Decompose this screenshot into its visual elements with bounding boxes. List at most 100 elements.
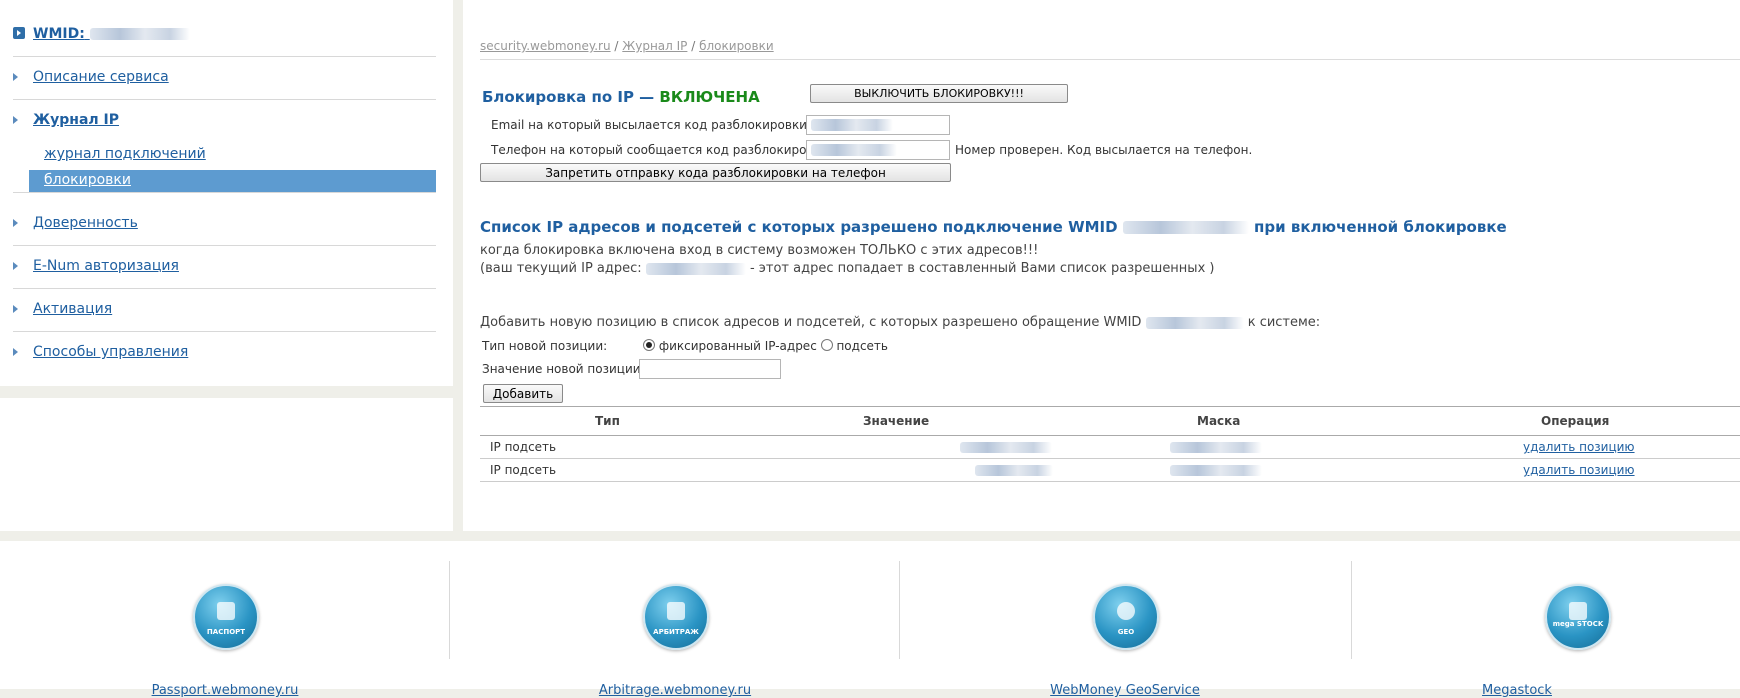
footer-service-geo: GEO WebMoney GeoService xyxy=(900,541,1350,698)
passport-glyph xyxy=(217,602,235,620)
current-ip-note: (ваш текущий IP адрес: - этот адрес попа… xyxy=(480,261,1214,276)
status-badge: ВКЛЮЧЕНА xyxy=(659,88,760,106)
footer-link-passport[interactable]: Passport.webmoney.ru xyxy=(0,683,450,698)
breadcrumb-home[interactable]: security.webmoney.ru xyxy=(480,39,611,53)
icon-caption: GEO xyxy=(1117,628,1135,636)
column-header-operation: Операция xyxy=(1541,414,1610,428)
redacted-wmid xyxy=(1145,316,1244,329)
geo-icon[interactable]: GEO xyxy=(1093,584,1159,650)
email-field xyxy=(806,115,950,135)
wmid-label: WMID: xyxy=(33,26,85,42)
redacted-value xyxy=(975,465,1053,476)
sidebar-item-enum[interactable]: E-Num авторизация xyxy=(13,247,436,289)
type-radio-group: фиксированный IP-адрес подсеть xyxy=(643,339,888,353)
sidebar-item-label[interactable]: Способы управления xyxy=(33,344,188,360)
add-button[interactable]: Добавить xyxy=(483,384,563,403)
breadcrumb-separator: / xyxy=(614,39,619,53)
sidebar-item-trust[interactable]: Доверенность xyxy=(13,204,436,246)
wmid-link[interactable]: WMID: xyxy=(33,26,190,42)
divider xyxy=(480,59,1740,60)
ip-list-heading-part1: Список IP адресов и подсетей с которых р… xyxy=(480,218,1118,236)
main-content: security.webmoney.ru / Журнал IP / блоки… xyxy=(463,0,1740,531)
chevron-right-icon xyxy=(13,73,18,81)
redacted-mask xyxy=(1170,465,1262,476)
delete-position-link[interactable]: удалить позицию xyxy=(1523,436,1635,458)
table-row: IP подсеть удалить позицию xyxy=(480,459,1740,482)
sidebar-item-description[interactable]: Описание сервиса xyxy=(13,58,436,100)
icon-caption: АРБИТРАЖ xyxy=(653,628,699,636)
row-mask xyxy=(1170,459,1262,481)
radio-fixed-ip-label: фиксированный IP-адрес xyxy=(658,339,817,353)
icon-caption: ПАСПОРТ xyxy=(206,628,246,636)
icon-caption: mega STOCK xyxy=(1552,620,1604,628)
passport-icon[interactable]: ПАСПОРТ xyxy=(193,584,259,650)
arrow-box-icon xyxy=(13,27,25,39)
breadcrumb: security.webmoney.ru / Журнал IP / блоки… xyxy=(480,39,774,53)
footer-service-arbitrage: АРБИТРАЖ Arbitrage.webmoney.ru xyxy=(450,541,900,698)
arbitrage-icon[interactable]: АРБИТРАЖ xyxy=(643,584,709,650)
footer-link-megastock[interactable]: Megastock xyxy=(1292,683,1740,698)
redacted-wmid xyxy=(1122,221,1249,234)
footer: ПАСПОРТ Passport.webmoney.ru АРБИТРАЖ Ar… xyxy=(0,541,1740,698)
breadcrumb-current[interactable]: блокировки xyxy=(699,39,774,53)
delete-position-link[interactable]: удалить позицию xyxy=(1523,459,1635,481)
sidebar-item-label[interactable]: Журнал IP xyxy=(33,112,119,128)
current-ip-suffix: - этот адрес попадает в составленный Вам… xyxy=(749,261,1215,276)
ip-list-note: когда блокировка включена вход в систему… xyxy=(480,243,1039,258)
redacted-mask xyxy=(1170,442,1262,453)
radio-subnet[interactable] xyxy=(820,339,833,351)
sidebar-item-label[interactable]: Активация xyxy=(33,301,112,317)
sidebar-item-label[interactable]: Описание сервиса xyxy=(33,69,169,85)
redacted-ip xyxy=(645,262,746,275)
radio-fixed-ip[interactable] xyxy=(643,339,655,351)
row-type: IP подсеть xyxy=(490,440,557,454)
type-label: Тип новой позиции: xyxy=(482,339,608,353)
sidebar-item-label[interactable]: Доверенность xyxy=(33,215,138,231)
blocking-title: Блокировка по IP — ВКЛЮЧЕНА xyxy=(482,88,760,106)
sidebar-wmid[interactable]: WMID: xyxy=(13,15,436,57)
current-ip-prefix: (ваш текущий IP адрес: xyxy=(480,261,642,276)
column-header-mask: Маска xyxy=(1197,414,1241,428)
row-value xyxy=(960,436,1052,458)
chevron-right-icon xyxy=(13,116,18,124)
disable-blocking-button[interactable]: ВЫКЛЮЧИТЬ БЛОКИРОВКУ!!! xyxy=(810,84,1068,103)
sidebar-subitem-label: блокировки xyxy=(44,172,131,188)
sidebar-item-control[interactable]: Способы управления xyxy=(13,333,436,375)
breadcrumb-journal[interactable]: Журнал IP xyxy=(622,39,687,53)
ip-list-heading: Список IP адресов и подсетей с которых р… xyxy=(480,218,1507,236)
blocking-title-prefix: Блокировка по IP — xyxy=(482,88,655,106)
megastock-icon[interactable]: mega STOCK xyxy=(1545,584,1611,650)
redacted-wmid xyxy=(89,28,190,40)
add-form-intro: Добавить новую позицию в список адресов … xyxy=(480,315,1320,330)
row-value xyxy=(975,459,1053,481)
breadcrumb-separator: / xyxy=(691,39,696,53)
forbid-sms-button[interactable]: Запретить отправку кода разблокировки на… xyxy=(480,163,951,182)
chevron-right-icon xyxy=(13,219,18,227)
geo-glyph xyxy=(1117,602,1135,620)
redacted-phone xyxy=(811,144,897,156)
sidebar-subitem-blocking[interactable]: блокировки xyxy=(29,170,436,192)
new-value-input[interactable] xyxy=(639,359,781,379)
add-form-intro-suffix: к системе: xyxy=(1247,315,1321,330)
sidebar: WMID: Описание сервиса Журнал IP журнал … xyxy=(0,0,453,386)
sidebar-item-label[interactable]: E-Num авторизация xyxy=(33,258,179,274)
sidebar-item-activation[interactable]: Активация xyxy=(13,290,436,332)
arbitrage-glyph xyxy=(667,602,685,620)
footer-service-megastock: mega STOCK Megastock xyxy=(1352,541,1740,698)
footer-link-arbitrage[interactable]: Arbitrage.webmoney.ru xyxy=(450,683,900,698)
chevron-right-icon xyxy=(13,348,18,356)
column-header-value: Значение xyxy=(863,414,930,428)
ip-list-heading-part2: при включенной блокировке xyxy=(1254,218,1507,236)
sidebar-lower-panel xyxy=(0,398,453,531)
row-type: IP подсеть xyxy=(490,463,557,477)
footer-service-passport: ПАСПОРТ Passport.webmoney.ru xyxy=(0,541,450,698)
sidebar-subitem-connections[interactable]: журнал подключений xyxy=(44,146,206,162)
phone-label: Телефон на который сообщается код разбло… xyxy=(491,143,829,157)
table-header: Тип Значение Маска Операция xyxy=(480,406,1740,436)
radio-subnet-label: подсеть xyxy=(836,339,888,353)
megastock-glyph xyxy=(1569,602,1587,620)
column-header-type: Тип xyxy=(595,414,620,428)
row-mask xyxy=(1170,436,1262,458)
ip-table: Тип Значение Маска Операция IP подсеть у… xyxy=(480,406,1740,482)
footer-link-geo[interactable]: WebMoney GeoService xyxy=(900,683,1350,698)
